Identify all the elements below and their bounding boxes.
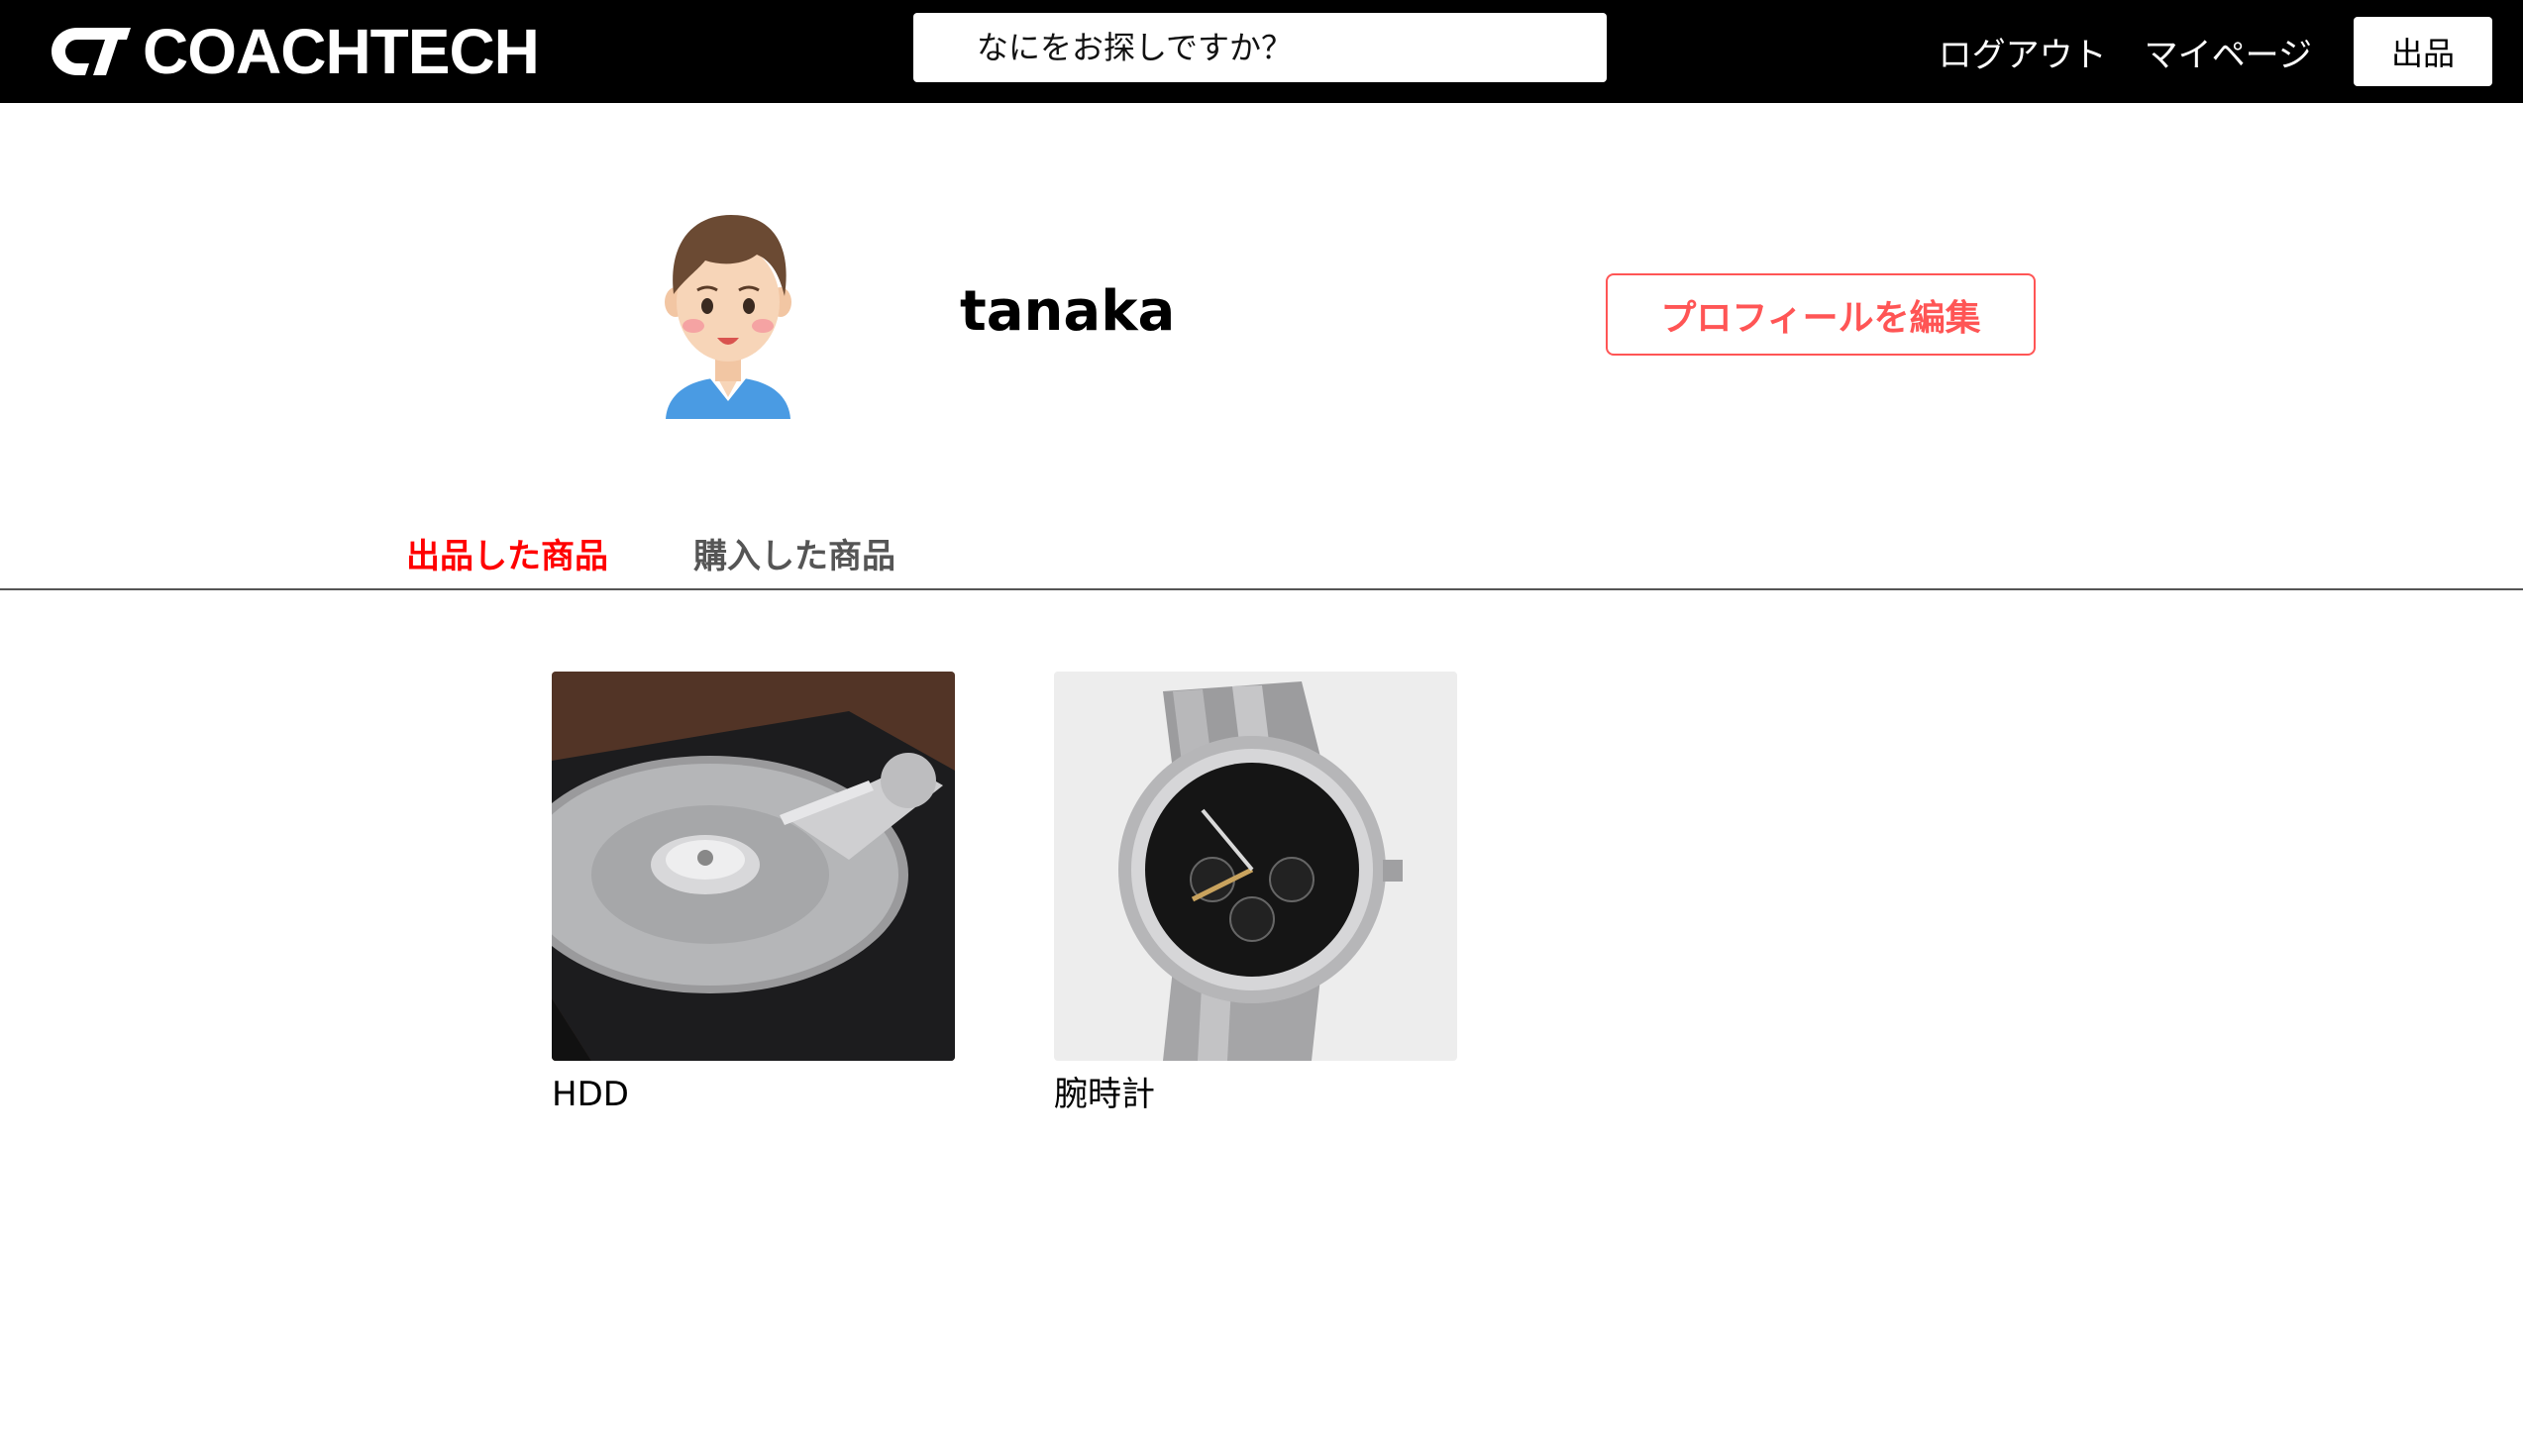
header-nav: ログアウト マイページ 出品 xyxy=(1939,0,2523,103)
site-header: COACHTECH ログアウト マイページ 出品 xyxy=(0,0,2523,103)
username: tanaka xyxy=(960,279,1176,344)
ct-logo-icon xyxy=(52,28,131,75)
tab-purchased-items[interactable]: 購入した商品 xyxy=(693,529,895,577)
logo-text: COACHTECH xyxy=(143,16,540,87)
sell-button[interactable]: 出品 xyxy=(2354,17,2492,86)
edit-profile-button[interactable]: プロフィールを編集 xyxy=(1606,273,2036,356)
product-name: HDD xyxy=(552,1075,629,1114)
logout-link[interactable]: ログアウト xyxy=(1939,28,2107,76)
product-image-hdd[interactable] xyxy=(552,672,955,1061)
product-tabs: 出品した商品 購入した商品 xyxy=(0,515,2523,590)
product-image-wristwatch[interactable] xyxy=(1054,672,1457,1061)
mypage-link[interactable]: マイページ xyxy=(2145,28,2312,76)
product-card[interactable]: HDD xyxy=(552,672,955,1116)
search-input[interactable] xyxy=(913,13,1607,82)
logo[interactable]: COACHTECH xyxy=(44,16,540,87)
product-name: 腕時計 xyxy=(1054,1075,1155,1114)
tab-listed-items[interactable]: 出品した商品 xyxy=(406,529,608,577)
product-card[interactable]: 腕時計 xyxy=(1054,672,1457,1116)
avatar xyxy=(665,215,791,419)
